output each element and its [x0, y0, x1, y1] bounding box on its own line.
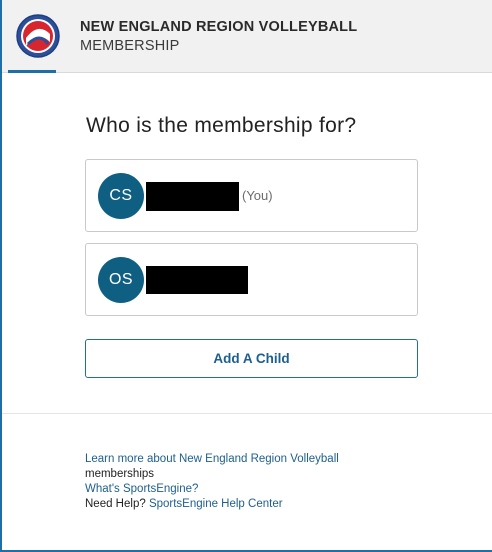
add-child-button[interactable]: Add A Child — [85, 339, 418, 378]
learn-more-suffix: memberships — [85, 468, 155, 480]
page-title: Who is the membership for? — [86, 114, 357, 137]
help-center-link[interactable]: SportsEngine Help Center — [149, 498, 283, 510]
volleyball-association-logo-icon — [16, 14, 60, 58]
need-help-label: Need Help? — [85, 498, 146, 510]
you-label: (You) — [242, 188, 273, 203]
whats-sportsengine-link[interactable]: What's SportsEngine? — [85, 483, 198, 495]
header-active-indicator — [8, 70, 56, 73]
redacted-name — [146, 266, 248, 294]
page-header: NEW ENGLAND REGION VOLLEYBALL MEMBERSHIP — [2, 0, 492, 73]
avatar: CS — [98, 173, 144, 219]
person-option-card[interactable]: OS — [85, 243, 418, 316]
learn-more-link[interactable]: Learn more about New England Region Voll… — [85, 453, 339, 465]
divider — [2, 413, 492, 414]
section-title: MEMBERSHIP — [80, 38, 180, 54]
footer-links: Learn more about New England Region Voll… — [85, 452, 415, 512]
organization-name: NEW ENGLAND REGION VOLLEYBALL — [80, 19, 358, 35]
person-option-card[interactable]: CS (You) — [85, 159, 418, 232]
redacted-name — [146, 182, 239, 211]
avatar: OS — [98, 257, 144, 303]
